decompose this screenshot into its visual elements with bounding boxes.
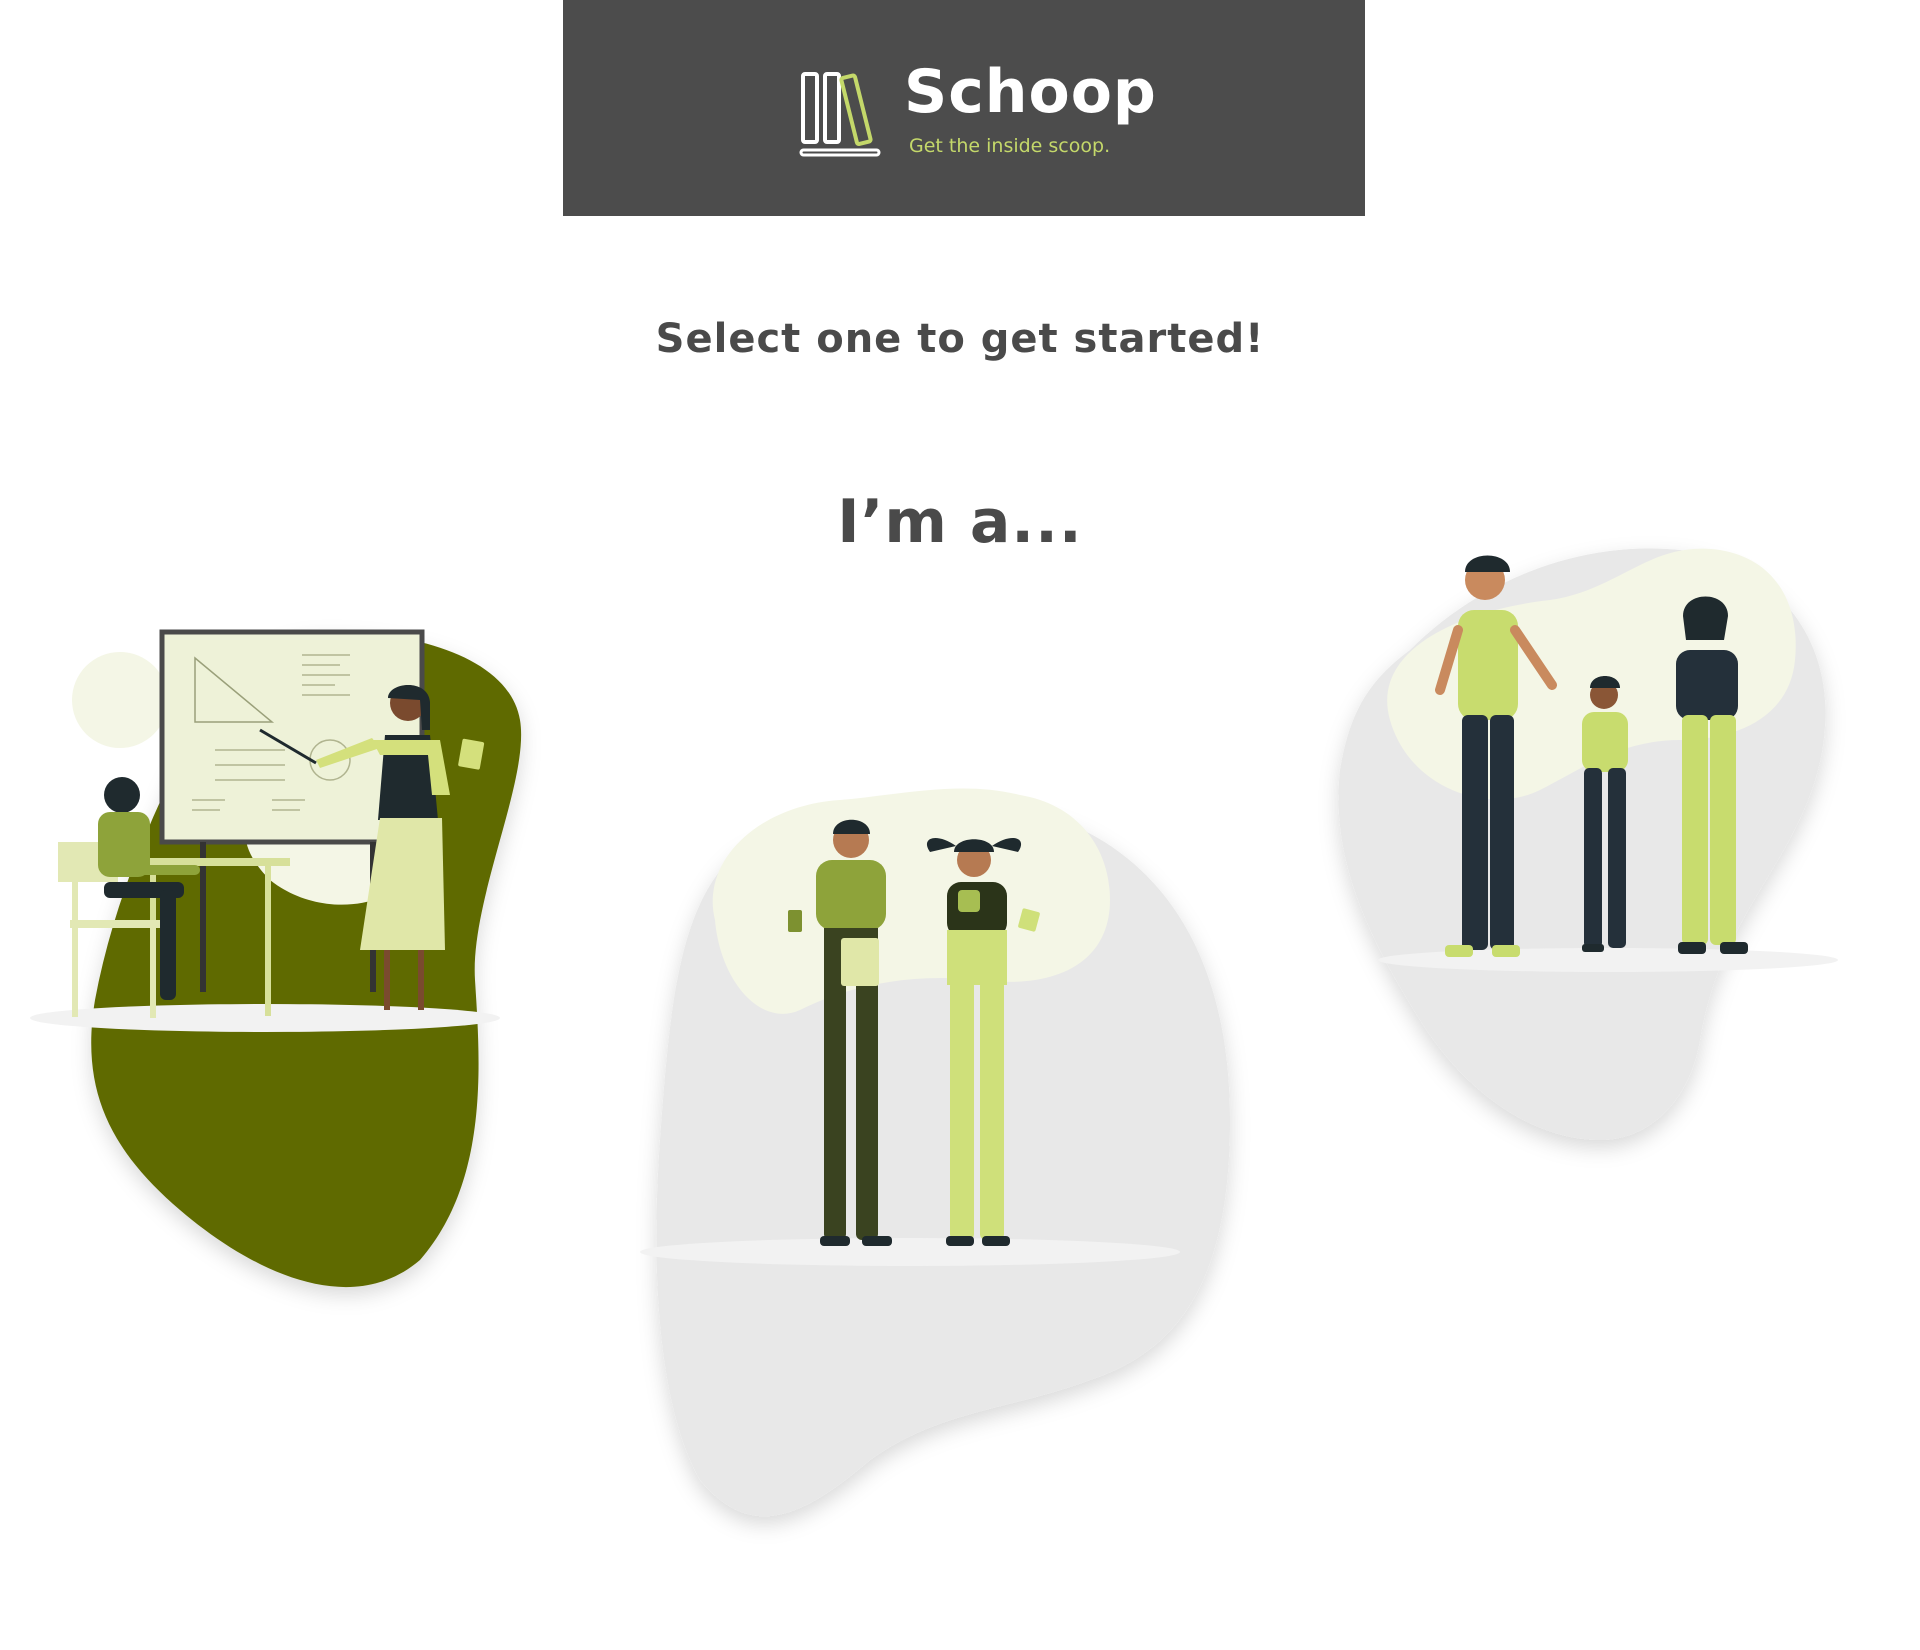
brand-name: Schoop [904, 57, 1157, 127]
page: Schoop Get the inside scoop. Select one … [0, 0, 1920, 1650]
header-banner: Schoop Get the inside scoop. [563, 0, 1365, 216]
parent-illustration [1338, 548, 1838, 1140]
role-option-parent[interactable]: Parent [1320, 540, 1840, 1260]
brand-tagline: Get the inside scoop. [909, 135, 1111, 157]
instruction-text: Select one to get started! [655, 316, 1265, 362]
student-illustration [640, 788, 1230, 1517]
role-option-teacher[interactable]: Teacher [20, 620, 640, 1320]
teacher-illustration [30, 629, 522, 1288]
role-option-student[interactable]: Student [640, 760, 1240, 1560]
books-icon [799, 70, 883, 162]
